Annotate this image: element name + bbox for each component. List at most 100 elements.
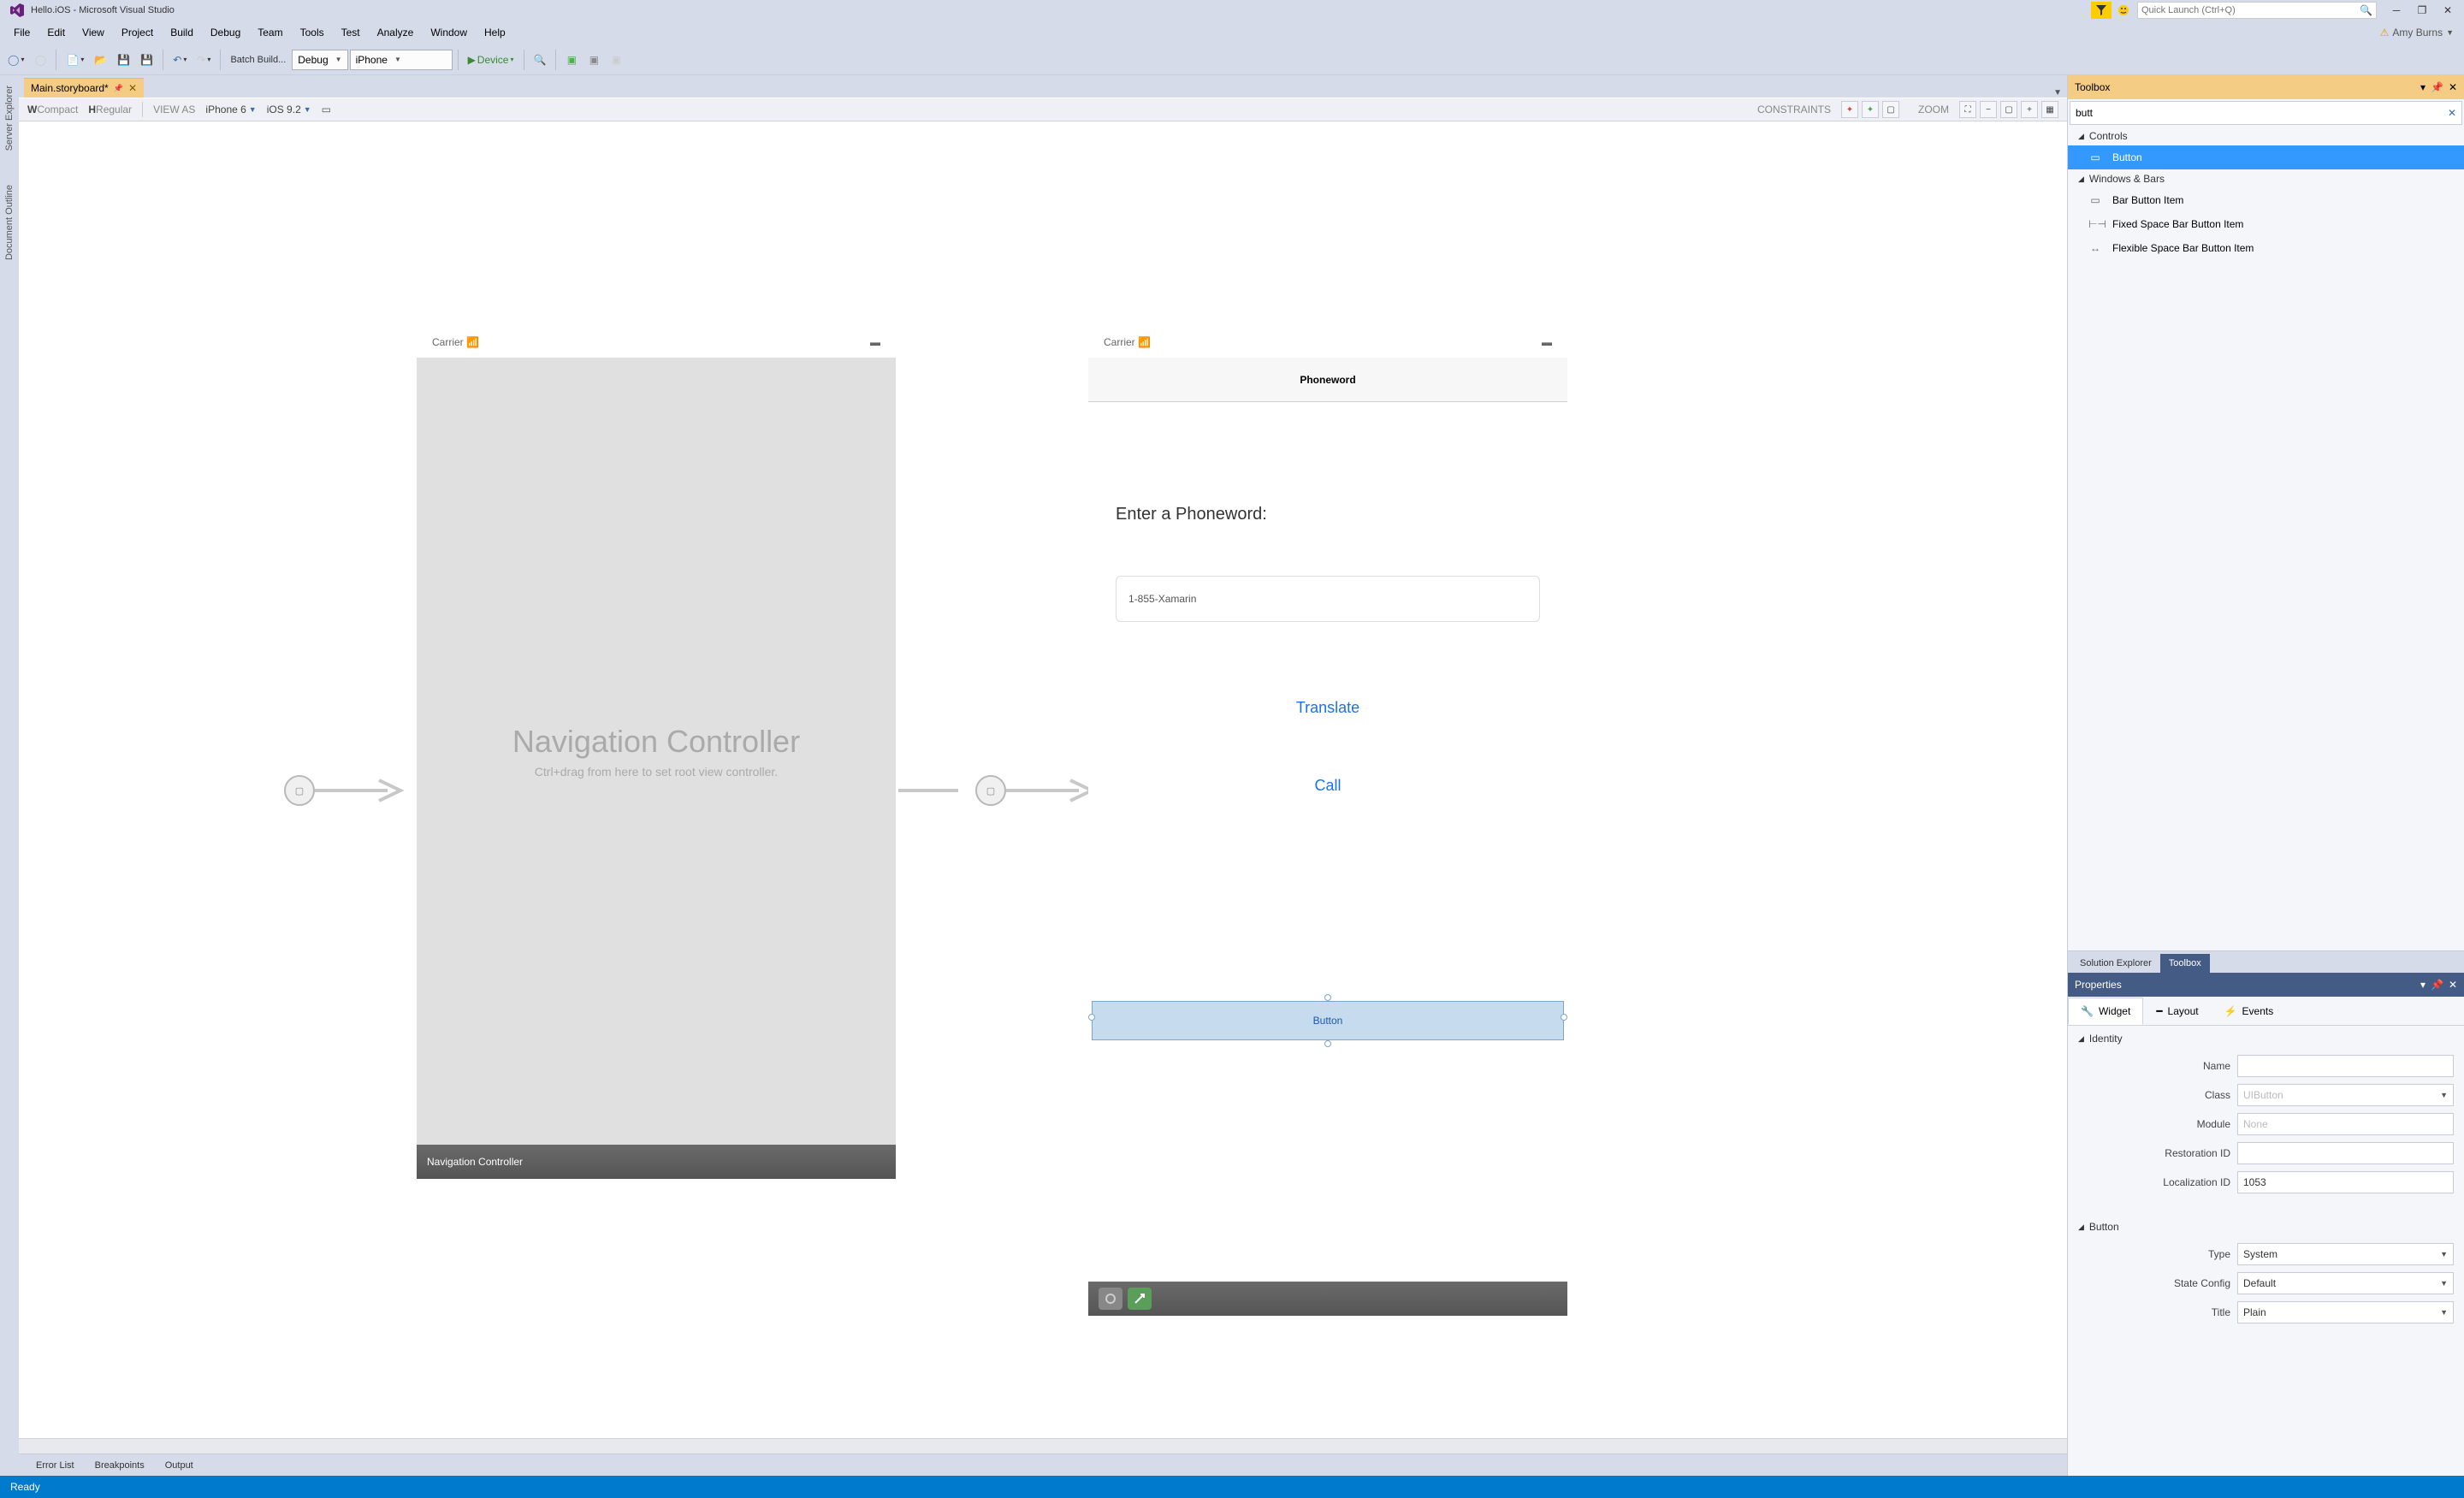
nav-fwd-button[interactable]: ◯ [30,49,50,71]
menu-analyze[interactable]: Analyze [369,23,423,42]
panel-menu-icon[interactable]: ▾ [2420,81,2426,93]
scene-phoneword[interactable]: Carrier 📶 ▬ Phoneword Enter a Phoneword:… [1088,327,1567,1225]
call-button[interactable]: Call [1116,777,1540,795]
zoom-grid-button[interactable]: ▦ [2041,101,2058,118]
prop-tab-widget[interactable]: 🔧Widget [2068,998,2143,1025]
scene1-footer[interactable]: Navigation Controller [417,1145,896,1179]
type-field[interactable]: System▼ [2237,1243,2454,1265]
tab-output[interactable]: Output [155,1457,204,1474]
menu-test[interactable]: Test [333,23,369,42]
root-segue[interactable]: ▢ [898,773,1100,808]
scene2-navbar[interactable]: Phoneword [1088,358,1567,402]
section-identity[interactable]: ◢Identity [2068,1026,2464,1051]
pin-icon[interactable]: 📌 [114,84,123,93]
tab-solution-explorer[interactable]: Solution Explorer [2071,954,2160,973]
save-all-button[interactable]: 💾 [136,49,157,71]
undo-button[interactable]: ↶▾ [169,49,191,71]
resize-handle[interactable] [1324,1040,1331,1047]
feedback-filter-button[interactable] [2091,2,2112,19]
pin-icon[interactable]: 📌 [2431,979,2443,991]
horizontal-scrollbar[interactable] [19,1438,2067,1454]
menu-debug[interactable]: Debug [202,23,249,42]
menu-help[interactable]: Help [476,23,514,42]
prop-tab-layout[interactable]: ━Layout [2143,998,2211,1025]
document-outline-tab[interactable]: Document Outline [3,178,16,267]
zoom-actual-button[interactable]: ▢ [2000,101,2017,118]
ios-sim-button[interactable]: ▣ [561,49,582,71]
module-field[interactable]: None [2237,1113,2454,1135]
menu-window[interactable]: Window [422,23,476,42]
nav-back-button[interactable]: ◯▾ [3,49,28,71]
pin-icon[interactable]: 📌 [2431,81,2443,93]
ios-device-button[interactable]: ▣ [583,49,604,71]
zoom-fit-button[interactable]: ⛶ [1959,101,1976,118]
name-field[interactable] [2237,1055,2454,1077]
toolbox-item-flex-space[interactable]: ↔Flexible Space Bar Button Item [2068,236,2464,260]
resize-handle[interactable] [1088,1014,1095,1021]
tab-breakpoints[interactable]: Breakpoints [85,1457,155,1474]
find-button[interactable]: 🔍 [530,49,551,71]
localization-field[interactable]: 1053 [2237,1171,2454,1193]
class-field[interactable]: UIButton▼ [2237,1084,2454,1106]
tab-overflow-button[interactable]: ▼ [2048,88,2067,98]
ios-log-button[interactable]: ▣ [606,49,626,71]
maximize-button[interactable]: ❐ [2409,2,2435,19]
save-button[interactable]: 💾 [113,49,134,71]
toolbox-item-bar-button[interactable]: ▭Bar Button Item [2068,188,2464,212]
toolbox-search[interactable]: ✕ [2070,101,2462,125]
menu-project[interactable]: Project [113,23,162,42]
feedback-smile-button[interactable] [2113,2,2134,19]
toolbox-header[interactable]: Toolbox ▾ 📌 ✕ [2068,75,2464,99]
zoom-out-button[interactable]: − [1980,101,1997,118]
properties-header[interactable]: Properties ▾ 📌 ✕ [2068,973,2464,997]
constraint-update-button[interactable]: ✦ [1862,101,1879,118]
designer-canvas[interactable]: ▢ ▢ Carrier 📶 ▬ Navigation Controller [19,121,2067,1438]
doc-tab-storyboard[interactable]: Main.storyboard* 📌 ✕ [24,78,144,98]
menu-build[interactable]: Build [162,23,202,42]
ios-selector[interactable]: iOS 9.2▼ [267,104,311,115]
clear-search-icon[interactable]: ✕ [2448,107,2456,119]
selected-button[interactable]: Button [1092,1001,1564,1040]
tab-error-list[interactable]: Error List [26,1457,85,1474]
user-area[interactable]: ⚠ Amy Burns ▼ [2380,27,2459,38]
prop-tab-events[interactable]: ⚡Events [2212,998,2287,1025]
menu-team[interactable]: Team [249,23,291,42]
zoom-in-button[interactable]: + [2021,101,2038,118]
phoneword-textfield[interactable]: 1-855-Xamarin [1116,576,1540,622]
new-project-button[interactable]: 📄▾ [62,49,88,71]
resize-handle[interactable] [1561,1014,1567,1021]
close-tab-icon[interactable]: ✕ [128,82,137,94]
resize-handle[interactable] [1324,994,1331,1001]
translate-button[interactable]: Translate [1116,699,1540,717]
toolbox-search-input[interactable] [2076,107,2448,119]
constraint-add-button[interactable]: ✦ [1841,101,1858,118]
toolbox-item-fixed-space[interactable]: ⊢⊣Fixed Space Bar Button Item [2068,212,2464,236]
menu-tools[interactable]: Tools [292,23,333,42]
tab-toolbox[interactable]: Toolbox [2160,954,2210,973]
close-button[interactable]: ✕ [2435,2,2461,19]
quick-launch-input[interactable]: 🔍 [2137,2,2377,19]
device-selector[interactable]: iPhone 6▼ [205,104,256,115]
toolbox-group-controls[interactable]: ◢Controls [2068,127,2464,145]
platform-combo[interactable]: iPhone▼ [350,50,453,70]
server-explorer-tab[interactable]: Server Explorer [3,79,16,157]
viewcontroller-icon[interactable] [1099,1288,1122,1310]
restoration-field[interactable] [2237,1142,2454,1164]
scene2-footer[interactable] [1088,1282,1567,1316]
minimize-button[interactable]: ─ [2384,2,2409,19]
open-file-button[interactable]: 📂 [90,49,111,71]
first-responder-icon[interactable] [1128,1288,1152,1310]
phoneword-label[interactable]: Enter a Phoneword: [1116,505,1540,524]
quick-launch-field[interactable] [2141,5,2360,15]
close-panel-icon[interactable]: ✕ [2449,979,2457,991]
constraint-frame-button[interactable]: ▢ [1882,101,1899,118]
menu-edit[interactable]: Edit [38,23,74,42]
start-debug-button[interactable]: ▶Device▾ [464,49,518,71]
section-button[interactable]: ◢Button [2068,1214,2464,1240]
config-combo[interactable]: Debug▼ [292,50,347,70]
panel-menu-icon[interactable]: ▾ [2420,979,2426,991]
scene-navigation-controller[interactable]: Carrier 📶 ▬ Navigation Controller Ctrl+d… [417,327,896,1225]
toolbox-group-windows[interactable]: ◢Windows & Bars [2068,169,2464,188]
close-panel-icon[interactable]: ✕ [2449,81,2457,93]
batch-build-button[interactable]: Batch Build... [226,49,290,71]
